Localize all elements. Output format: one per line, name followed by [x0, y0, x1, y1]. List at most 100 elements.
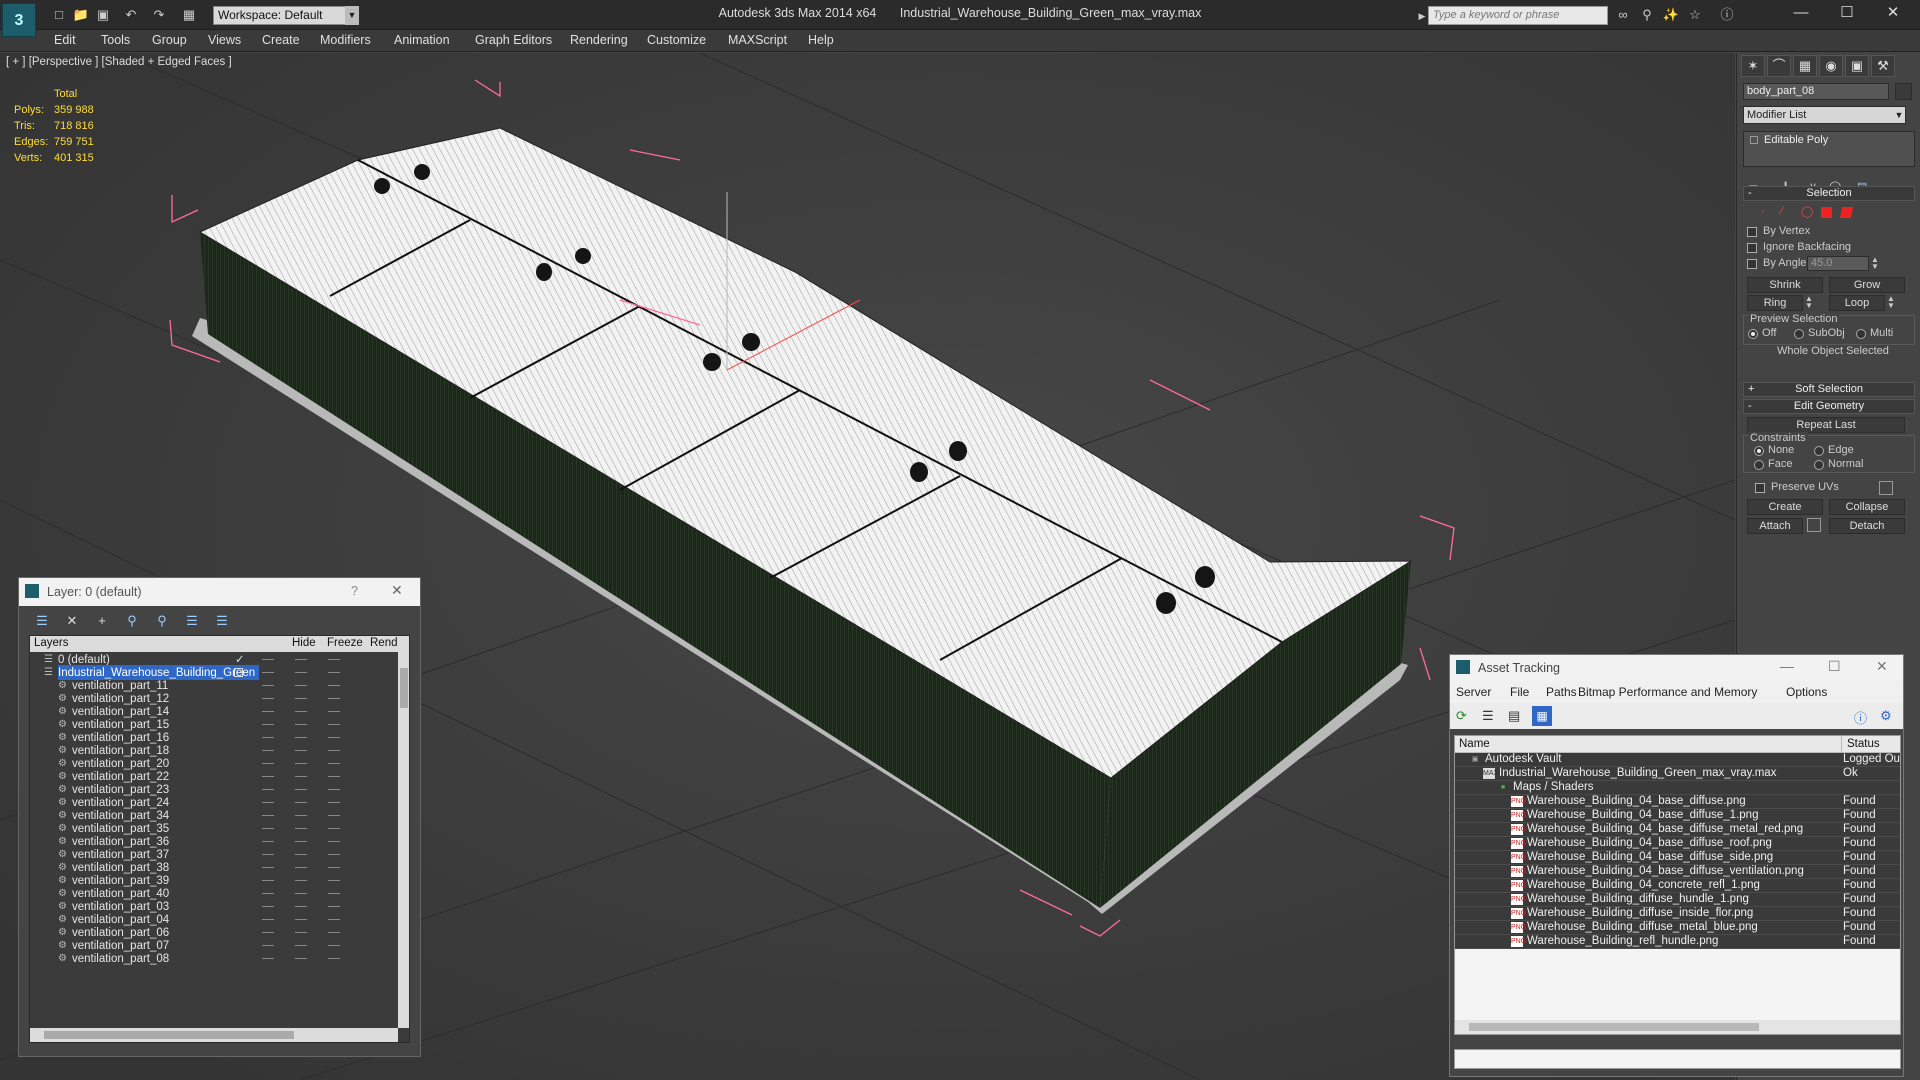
utilities-tab-icon[interactable]: ⚒: [1871, 55, 1895, 77]
select-objects-icon[interactable]: ⚲: [123, 612, 141, 630]
asset-row[interactable]: PNG Warehouse_Building_diffuse_hundle_1.p…: [1455, 893, 1900, 907]
hide-toggle[interactable]: [262, 672, 274, 673]
asset-row[interactable]: PNG Warehouse_Building_04_base_diffuse_1.…: [1455, 809, 1900, 823]
render-toggle[interactable]: [328, 724, 340, 725]
asset-row[interactable]: PNG Warehouse_Building_04_base_diffuse.pn…: [1455, 795, 1900, 809]
render-toggle[interactable]: [328, 737, 340, 738]
freeze-toggle[interactable]: [295, 659, 307, 660]
hide-toggle[interactable]: [262, 711, 274, 712]
asset-menu-file[interactable]: File: [1510, 685, 1529, 699]
add-to-layer-icon[interactable]: +: [93, 612, 111, 630]
layer-hscroll-thumb[interactable]: [44, 1031, 294, 1039]
settings-icon[interactable]: ⚙: [1880, 708, 1892, 724]
asset-menu-options[interactable]: Options: [1786, 685, 1827, 699]
freeze-toggle[interactable]: [295, 776, 307, 777]
create-layer-icon[interactable]: ☰: [33, 612, 51, 630]
render-toggle[interactable]: [328, 750, 340, 751]
element-icon[interactable]: [1839, 207, 1854, 218]
freeze-all-icon[interactable]: ☰: [213, 612, 231, 630]
highlight-layer-icon[interactable]: ⚲: [153, 612, 171, 630]
col-freeze[interactable]: Freeze: [327, 637, 363, 649]
menu-rendering[interactable]: Rendering: [570, 33, 628, 47]
loop-button[interactable]: Loop: [1829, 295, 1885, 311]
menu-group[interactable]: Group: [152, 33, 187, 47]
object-name-field[interactable]: body_part_08: [1743, 83, 1889, 100]
subscription-icon[interactable]: ✨: [1662, 7, 1680, 23]
menu-edit[interactable]: Edit: [54, 33, 76, 47]
asset-row[interactable]: PNG Warehouse_Building_04_base_diffuse_ve…: [1455, 865, 1900, 879]
close-icon[interactable]: ✕: [1876, 658, 1888, 675]
freeze-toggle[interactable]: [295, 932, 307, 933]
help-icon[interactable]: ⓘ: [1854, 708, 1867, 727]
tree-view-icon[interactable]: ▤: [1508, 708, 1520, 724]
asset-row[interactable]: PNG Warehouse_Building_diffuse_inside_flo…: [1455, 907, 1900, 921]
repeat-last-button[interactable]: Repeat Last: [1747, 417, 1905, 433]
modify-tab-icon[interactable]: ⌒: [1767, 55, 1791, 77]
stack-expand-icon[interactable]: [1750, 136, 1758, 144]
render-toggle[interactable]: [328, 841, 340, 842]
favorite-star-icon[interactable]: ☆: [1686, 7, 1704, 23]
menu-customize[interactable]: Customize: [647, 33, 706, 47]
soft-selection-rollout-header[interactable]: + Soft Selection: [1743, 382, 1915, 397]
grow-button[interactable]: Grow: [1829, 277, 1905, 293]
angle-spinner-arrows-icon[interactable]: ▲ ▼: [1871, 256, 1879, 271]
menu-maxscript[interactable]: MAXScript: [728, 33, 787, 47]
asset-menu-server[interactable]: Server: [1456, 685, 1491, 699]
asset-horizontal-scrollbar[interactable]: [1455, 1020, 1900, 1034]
freeze-toggle[interactable]: [295, 750, 307, 751]
render-toggle[interactable]: [328, 945, 340, 946]
freeze-toggle[interactable]: [295, 763, 307, 764]
freeze-toggle[interactable]: [295, 854, 307, 855]
ring-button[interactable]: Ring: [1747, 295, 1803, 311]
asset-menu-bitmap[interactable]: Bitmap Performance and Memory: [1578, 685, 1757, 699]
hide-toggle[interactable]: [262, 867, 274, 868]
hide-toggle[interactable]: [262, 685, 274, 686]
menu-create[interactable]: Create: [262, 33, 300, 47]
close-button[interactable]: ✕: [1870, 0, 1916, 26]
hide-toggle[interactable]: [262, 776, 274, 777]
col-status[interactable]: Status: [1847, 738, 1880, 750]
chevron-down-icon[interactable]: ▼: [1892, 106, 1906, 124]
render-toggle[interactable]: [328, 815, 340, 816]
maximize-button[interactable]: ☐: [1824, 0, 1870, 26]
preview-multi-radio[interactable]: [1856, 329, 1866, 339]
freeze-toggle[interactable]: [295, 685, 307, 686]
asset-row[interactable]: ■ Maps / Shaders: [1455, 781, 1900, 795]
hide-toggle[interactable]: [262, 763, 274, 764]
render-toggle[interactable]: [328, 932, 340, 933]
ring-spinner-icon[interactable]: ▲ ▼: [1805, 295, 1813, 310]
asset-row[interactable]: PNG Warehouse_Building_04_concrete_refl_1…: [1455, 879, 1900, 893]
minimize-button[interactable]: —: [1778, 0, 1824, 26]
hide-toggle[interactable]: [262, 932, 274, 933]
detach-button[interactable]: Detach: [1829, 518, 1905, 534]
create-button[interactable]: Create: [1747, 499, 1823, 515]
border-icon[interactable]: ◯: [1801, 205, 1813, 218]
asset-row[interactable]: PNG Warehouse_Building_refl_hundle.png Fou…: [1455, 935, 1900, 949]
render-toggle[interactable]: [328, 672, 340, 673]
polygon-icon[interactable]: [1821, 207, 1832, 218]
by-vertex-checkbox[interactable]: [1747, 227, 1757, 237]
minimize-icon[interactable]: —: [1780, 658, 1794, 674]
hide-all-icon[interactable]: ☰: [183, 612, 201, 630]
menu-views[interactable]: Views: [208, 33, 241, 47]
stack-item-editable-poly[interactable]: Editable Poly: [1764, 134, 1828, 146]
attach-list-icon[interactable]: [1807, 518, 1821, 532]
col-render[interactable]: Rend: [370, 637, 398, 649]
col-name[interactable]: Name: [1459, 738, 1490, 750]
menu-help[interactable]: Help: [808, 33, 834, 47]
hide-toggle[interactable]: [262, 750, 274, 751]
constraint-edge-radio[interactable]: [1814, 446, 1824, 456]
render-toggle[interactable]: [328, 906, 340, 907]
maximize-icon[interactable]: ☐: [1828, 658, 1841, 675]
render-toggle[interactable]: [328, 763, 340, 764]
render-toggle[interactable]: [328, 789, 340, 790]
search-icon[interactable]: ⚲: [1638, 7, 1656, 23]
hide-toggle[interactable]: [262, 737, 274, 738]
create-tab-icon[interactable]: ✶: [1741, 55, 1765, 77]
layer-horizontal-scrollbar[interactable]: [30, 1028, 398, 1042]
constraint-none-radio[interactable]: [1754, 446, 1764, 456]
collapse-button[interactable]: Collapse: [1829, 499, 1905, 515]
freeze-toggle[interactable]: [295, 893, 307, 894]
freeze-toggle[interactable]: [295, 815, 307, 816]
asset-row[interactable]: MAX Industrial_Warehouse_Building_Green_m…: [1455, 767, 1900, 781]
